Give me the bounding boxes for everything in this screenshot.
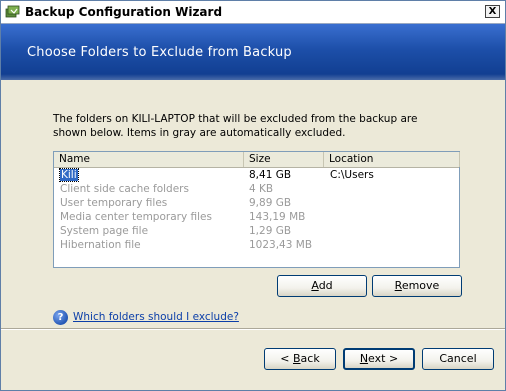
- window-title: Backup Configuration Wizard: [25, 5, 223, 19]
- column-header-location[interactable]: Location: [324, 152, 460, 167]
- list-row[interactable]: Hibernation file 1023,43 MB: [54, 238, 459, 252]
- row-name: System page file: [60, 225, 149, 237]
- row-size: 1,29 GB: [249, 225, 292, 237]
- add-button-label: dd: [318, 279, 333, 292]
- column-header-size[interactable]: Size: [244, 152, 324, 167]
- list-row[interactable]: User temporary files 9,89 GB: [54, 196, 459, 210]
- next-button[interactable]: Next >: [343, 348, 415, 370]
- wizard-footer: < Back Next > Cancel: [1, 330, 505, 390]
- back-button-label: ack: [300, 352, 320, 365]
- row-name: User temporary files: [60, 197, 168, 209]
- wizard-content: The folders on KILI-LAPTOP that will be …: [1, 80, 505, 328]
- list-row[interactable]: System page file 1,29 GB: [54, 224, 459, 238]
- list-header: Name Size Location: [54, 152, 460, 168]
- add-button[interactable]: Add: [277, 275, 367, 297]
- row-name: Media center temporary files: [60, 211, 212, 223]
- help-question-icon[interactable]: ?: [53, 310, 68, 325]
- row-size: 143,19 MB: [249, 211, 306, 223]
- next-button-label: ext >: [368, 352, 399, 365]
- backup-app-icon: [5, 5, 20, 18]
- back-button-accelerator: B: [293, 352, 301, 365]
- list-row[interactable]: Media center temporary files 143,19 MB: [54, 210, 459, 224]
- cancel-button[interactable]: Cancel: [422, 348, 494, 370]
- list-rows: Kili 8,41 GB C:\Users Client side cache …: [54, 168, 459, 252]
- help-link[interactable]: Which folders should I exclude?: [73, 311, 239, 323]
- row-size: 8,41 GB: [249, 169, 292, 181]
- column-header-name[interactable]: Name: [54, 152, 244, 167]
- row-size: 4 KB: [249, 183, 274, 195]
- back-button[interactable]: < Back: [264, 348, 336, 370]
- close-button[interactable]: X: [485, 5, 500, 18]
- page-title: Choose Folders to Exclude from Backup: [27, 45, 292, 60]
- row-name: Hibernation file: [60, 239, 141, 251]
- remove-button-label: emove: [401, 279, 440, 292]
- excluded-folders-list[interactable]: Name Size Location Kili 8,41 GB C:\Users…: [53, 151, 460, 268]
- cancel-button-label: Cancel: [439, 352, 477, 365]
- wizard-window: Backup Configuration Wizard X Choose Fol…: [0, 0, 506, 391]
- row-location: C:\Users: [330, 169, 374, 181]
- back-button-label-pre: <: [280, 352, 293, 365]
- description-text: The folders on KILI-LAPTOP that will be …: [53, 113, 418, 139]
- title-bar: Backup Configuration Wizard X: [1, 1, 505, 24]
- remove-button-accelerator: R: [394, 279, 402, 292]
- wizard-header: Choose Folders to Exclude from Backup: [1, 24, 505, 80]
- row-size: 9,89 GB: [249, 197, 292, 209]
- list-row[interactable]: Client side cache folders 4 KB: [54, 182, 459, 196]
- remove-button[interactable]: Remove: [372, 275, 462, 297]
- row-size: 1023,43 MB: [249, 239, 313, 251]
- row-name: Kili: [59, 168, 79, 182]
- close-icon: X: [488, 5, 497, 17]
- next-button-accelerator: N: [359, 352, 369, 365]
- list-row[interactable]: Kili 8,41 GB C:\Users: [54, 168, 459, 182]
- row-name: Client side cache folders: [60, 183, 189, 195]
- add-button-accelerator: A: [311, 279, 319, 292]
